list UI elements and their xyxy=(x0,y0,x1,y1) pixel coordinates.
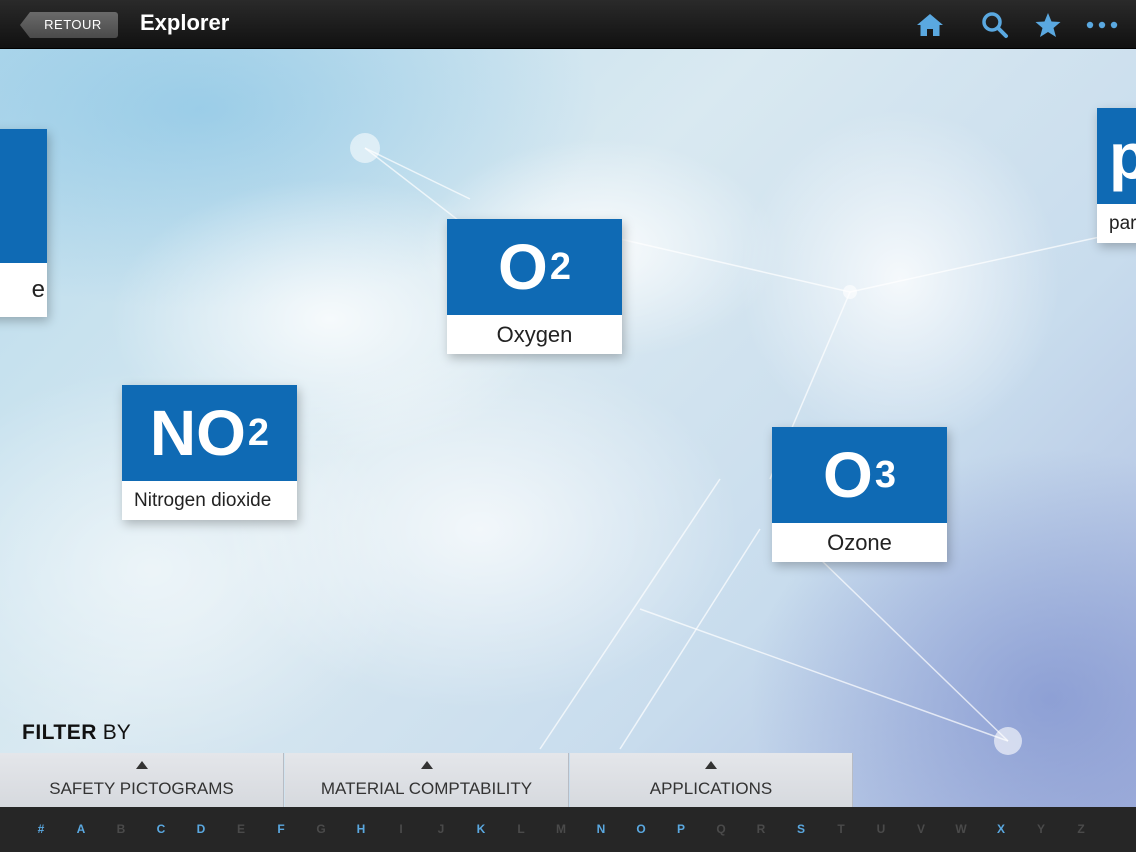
alphabet-letter-f[interactable]: F xyxy=(271,822,291,836)
alphabet-letter-d[interactable]: D xyxy=(191,822,211,836)
alphabet-letter-r: R xyxy=(756,822,766,836)
alphabet-letter-m: M xyxy=(556,822,566,836)
alphabet-letter-b: B xyxy=(116,822,126,836)
star-icon[interactable] xyxy=(1033,10,1063,40)
filter-tab-material-compatibility[interactable]: MATERIAL COMPTABILITY xyxy=(285,753,569,807)
filter-tab-safety-pictograms[interactable]: SAFETY PICTOGRAMS xyxy=(0,753,284,807)
arrow-up-icon xyxy=(705,761,717,769)
card-label: par xyxy=(1109,213,1136,234)
element-card-oxygen[interactable]: O2 Oxygen xyxy=(447,219,622,354)
alphabet-letter-hash[interactable]: # xyxy=(31,822,51,836)
alphabet-letter-j: J xyxy=(437,822,445,836)
element-card-partial-left[interactable]: e xyxy=(0,129,47,317)
card-formula: O3 xyxy=(772,427,947,523)
card-formula: O2 xyxy=(447,219,622,315)
explorer-canvas: e O2 Oxygen NO 2 Nitrogen dioxide O3 Ozon… xyxy=(0,49,1136,807)
alphabet-letter-s[interactable]: S xyxy=(791,822,811,836)
node-dot xyxy=(843,285,857,299)
alphabet-letter-e: E xyxy=(236,822,245,836)
element-card-nitrogen-dioxide[interactable]: NO 2 Nitrogen dioxide xyxy=(122,385,297,520)
alphabet-letter-o[interactable]: O xyxy=(631,822,651,836)
alphabet-letter-l: L xyxy=(517,822,525,836)
back-button[interactable]: RETOUR xyxy=(20,12,118,38)
alphabet-letter-v: V xyxy=(916,822,925,836)
node-dot xyxy=(994,727,1022,755)
alphabet-letter-c[interactable]: C xyxy=(151,822,171,836)
alphabet-letter-g: G xyxy=(316,822,326,836)
filter-tab-applications[interactable]: APPLICATIONS xyxy=(570,753,853,807)
more-icon[interactable] xyxy=(1086,10,1118,40)
arrow-up-icon xyxy=(135,761,148,769)
node-dot xyxy=(350,133,380,163)
alphabet-letter-q: Q xyxy=(716,822,726,836)
card-label: Ozone xyxy=(827,530,892,555)
top-bar: RETOUR Explorer xyxy=(0,0,1136,49)
card-formula xyxy=(0,129,47,263)
alphabet-letter-z: Z xyxy=(1077,822,1085,836)
page-title: Explorer xyxy=(140,10,230,35)
alphabet-letter-a[interactable]: A xyxy=(71,822,91,836)
card-formula: NO 2 xyxy=(122,385,297,481)
alphabet-letter-t: T xyxy=(837,822,845,836)
alphabet-letter-i: I xyxy=(399,822,403,836)
card-label: Oxygen xyxy=(496,322,573,347)
alphabet-letter-n[interactable]: N xyxy=(591,822,611,836)
alphabet-index-bar: # A B C D E F G H I J K L M N O P Q R S T U V W X Y Z xyxy=(0,807,1136,852)
filter-title: FILTER BY xyxy=(22,721,131,744)
element-card-partial-right[interactable]: p par xyxy=(1097,108,1136,243)
home-icon[interactable] xyxy=(915,10,945,40)
alphabet-letter-u: U xyxy=(876,822,886,836)
card-formula: p xyxy=(1097,108,1136,204)
alphabet-letter-k[interactable]: K xyxy=(471,822,491,836)
search-icon[interactable] xyxy=(980,10,1010,40)
element-card-ozone[interactable]: O3 Ozone xyxy=(772,427,947,562)
alphabet-letter-h[interactable]: H xyxy=(351,822,371,836)
alphabet-letter-w: W xyxy=(955,822,967,836)
alphabet-letter-p[interactable]: P xyxy=(671,822,691,836)
card-label: e xyxy=(31,276,45,303)
arrow-up-icon xyxy=(420,761,433,769)
card-label: Nitrogen dioxide xyxy=(134,490,272,511)
alphabet-letter-y: Y xyxy=(1036,822,1045,836)
alphabet-letter-x[interactable]: X xyxy=(991,822,1011,836)
